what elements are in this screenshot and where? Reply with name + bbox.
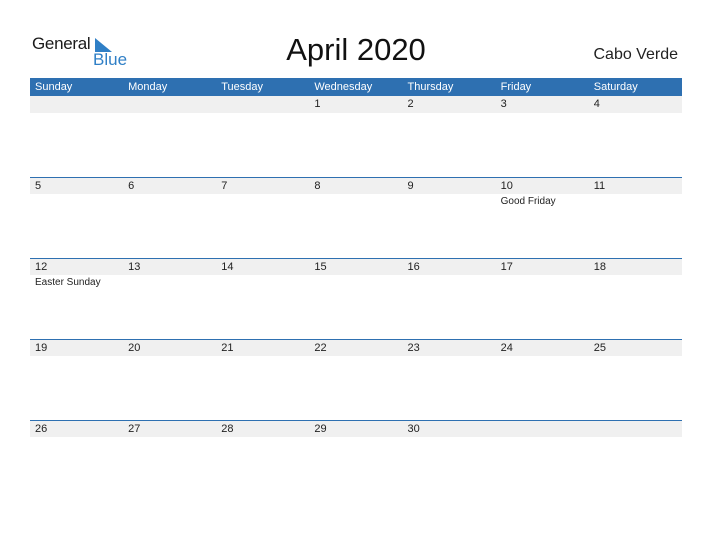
day-cell: 3 xyxy=(496,96,589,177)
week-row: 19 20 21 22 23 24 25 xyxy=(30,339,682,420)
day-number: 26 xyxy=(35,423,48,435)
week-row: 5 6 7 8 9 10 Good Friday 11 xyxy=(30,177,682,258)
day-cell: 1 xyxy=(309,96,402,177)
day-cell: 26 xyxy=(30,420,123,501)
day-number: 27 xyxy=(128,423,141,435)
holiday-label: Easter Sunday xyxy=(35,277,101,288)
week-cells: 5 6 7 8 9 10 Good Friday 11 xyxy=(30,177,682,258)
day-cell: 22 xyxy=(309,339,402,420)
week-cells: 26 27 28 29 30 xyxy=(30,420,682,501)
day-number: 18 xyxy=(593,261,606,273)
day-cell: 6 xyxy=(123,177,216,258)
day-cell xyxy=(216,96,309,177)
day-number: 29 xyxy=(314,423,327,435)
day-number: 17 xyxy=(500,261,513,273)
day-number: 23 xyxy=(407,342,420,354)
day-number: 11 xyxy=(593,180,606,192)
day-number: 6 xyxy=(128,180,135,192)
holiday-label: Good Friday xyxy=(500,196,556,207)
day-number: 22 xyxy=(314,342,327,354)
day-number: 10 xyxy=(500,180,513,192)
day-number: 4 xyxy=(593,98,600,110)
weekday-sunday: Sunday xyxy=(35,81,73,93)
day-cell xyxy=(589,420,682,501)
day-cell: 10 Good Friday xyxy=(496,177,589,258)
week-row: 26 27 28 29 30 xyxy=(30,420,682,501)
week-cells: 1 2 3 4 xyxy=(30,96,682,177)
week-cells: 19 20 21 22 23 24 25 xyxy=(30,339,682,420)
day-number: 8 xyxy=(314,180,321,192)
day-cell: 8 xyxy=(309,177,402,258)
day-number: 7 xyxy=(221,180,228,192)
day-cell: 29 xyxy=(309,420,402,501)
weekday-wednesday: Wednesday xyxy=(314,81,373,93)
day-number: 24 xyxy=(500,342,513,354)
day-number: 14 xyxy=(221,261,234,273)
day-number: 5 xyxy=(35,180,42,192)
day-cell: 24 xyxy=(496,339,589,420)
day-cell: 27 xyxy=(123,420,216,501)
day-cell: 20 xyxy=(123,339,216,420)
day-cell: 16 xyxy=(403,258,496,339)
day-cell: 7 xyxy=(216,177,309,258)
day-number: 9 xyxy=(407,180,414,192)
weekday-header: Sunday Monday Tuesday Wednesday Thursday… xyxy=(30,78,682,96)
day-number: 25 xyxy=(593,342,606,354)
weekday-thursday: Thursday xyxy=(407,81,454,93)
week-row: 12 Easter Sunday 13 14 15 16 17 18 xyxy=(30,258,682,339)
day-cell: 17 xyxy=(496,258,589,339)
day-number: 21 xyxy=(221,342,234,354)
day-cell: 18 xyxy=(589,258,682,339)
day-cell: 25 xyxy=(589,339,682,420)
day-cell: 21 xyxy=(216,339,309,420)
day-cell: 19 xyxy=(30,339,123,420)
day-cell: 28 xyxy=(216,420,309,501)
day-cell: 23 xyxy=(403,339,496,420)
day-cell: 12 Easter Sunday xyxy=(30,258,123,339)
week-cells: 12 Easter Sunday 13 14 15 16 17 18 xyxy=(30,258,682,339)
day-number: 16 xyxy=(407,261,420,273)
day-cell: 9 xyxy=(403,177,496,258)
day-cell: 30 xyxy=(403,420,496,501)
day-cell: 4 xyxy=(589,96,682,177)
week-row: 1 2 3 4 xyxy=(30,96,682,177)
day-number: 28 xyxy=(221,423,234,435)
day-cell xyxy=(30,96,123,177)
day-number: 30 xyxy=(407,423,420,435)
weekday-friday: Friday xyxy=(500,81,532,93)
day-number: 1 xyxy=(314,98,321,110)
day-cell: 14 xyxy=(216,258,309,339)
day-number: 2 xyxy=(407,98,414,110)
day-number: 12 xyxy=(35,261,48,273)
day-number: 20 xyxy=(128,342,141,354)
day-cell: 2 xyxy=(403,96,496,177)
day-number: 13 xyxy=(128,261,141,273)
day-number: 19 xyxy=(35,342,48,354)
country-name: Cabo Verde xyxy=(593,46,678,63)
day-cell: 5 xyxy=(30,177,123,258)
day-cell xyxy=(496,420,589,501)
weekday-tuesday: Tuesday xyxy=(221,81,264,93)
day-cell: 11 xyxy=(589,177,682,258)
weekday-saturday: Saturday xyxy=(593,81,638,93)
day-cell: 13 xyxy=(123,258,216,339)
day-cell xyxy=(123,96,216,177)
day-cell: 15 xyxy=(309,258,402,339)
day-number: 3 xyxy=(500,98,507,110)
day-number: 15 xyxy=(314,261,327,273)
weekday-monday: Monday xyxy=(128,81,168,93)
